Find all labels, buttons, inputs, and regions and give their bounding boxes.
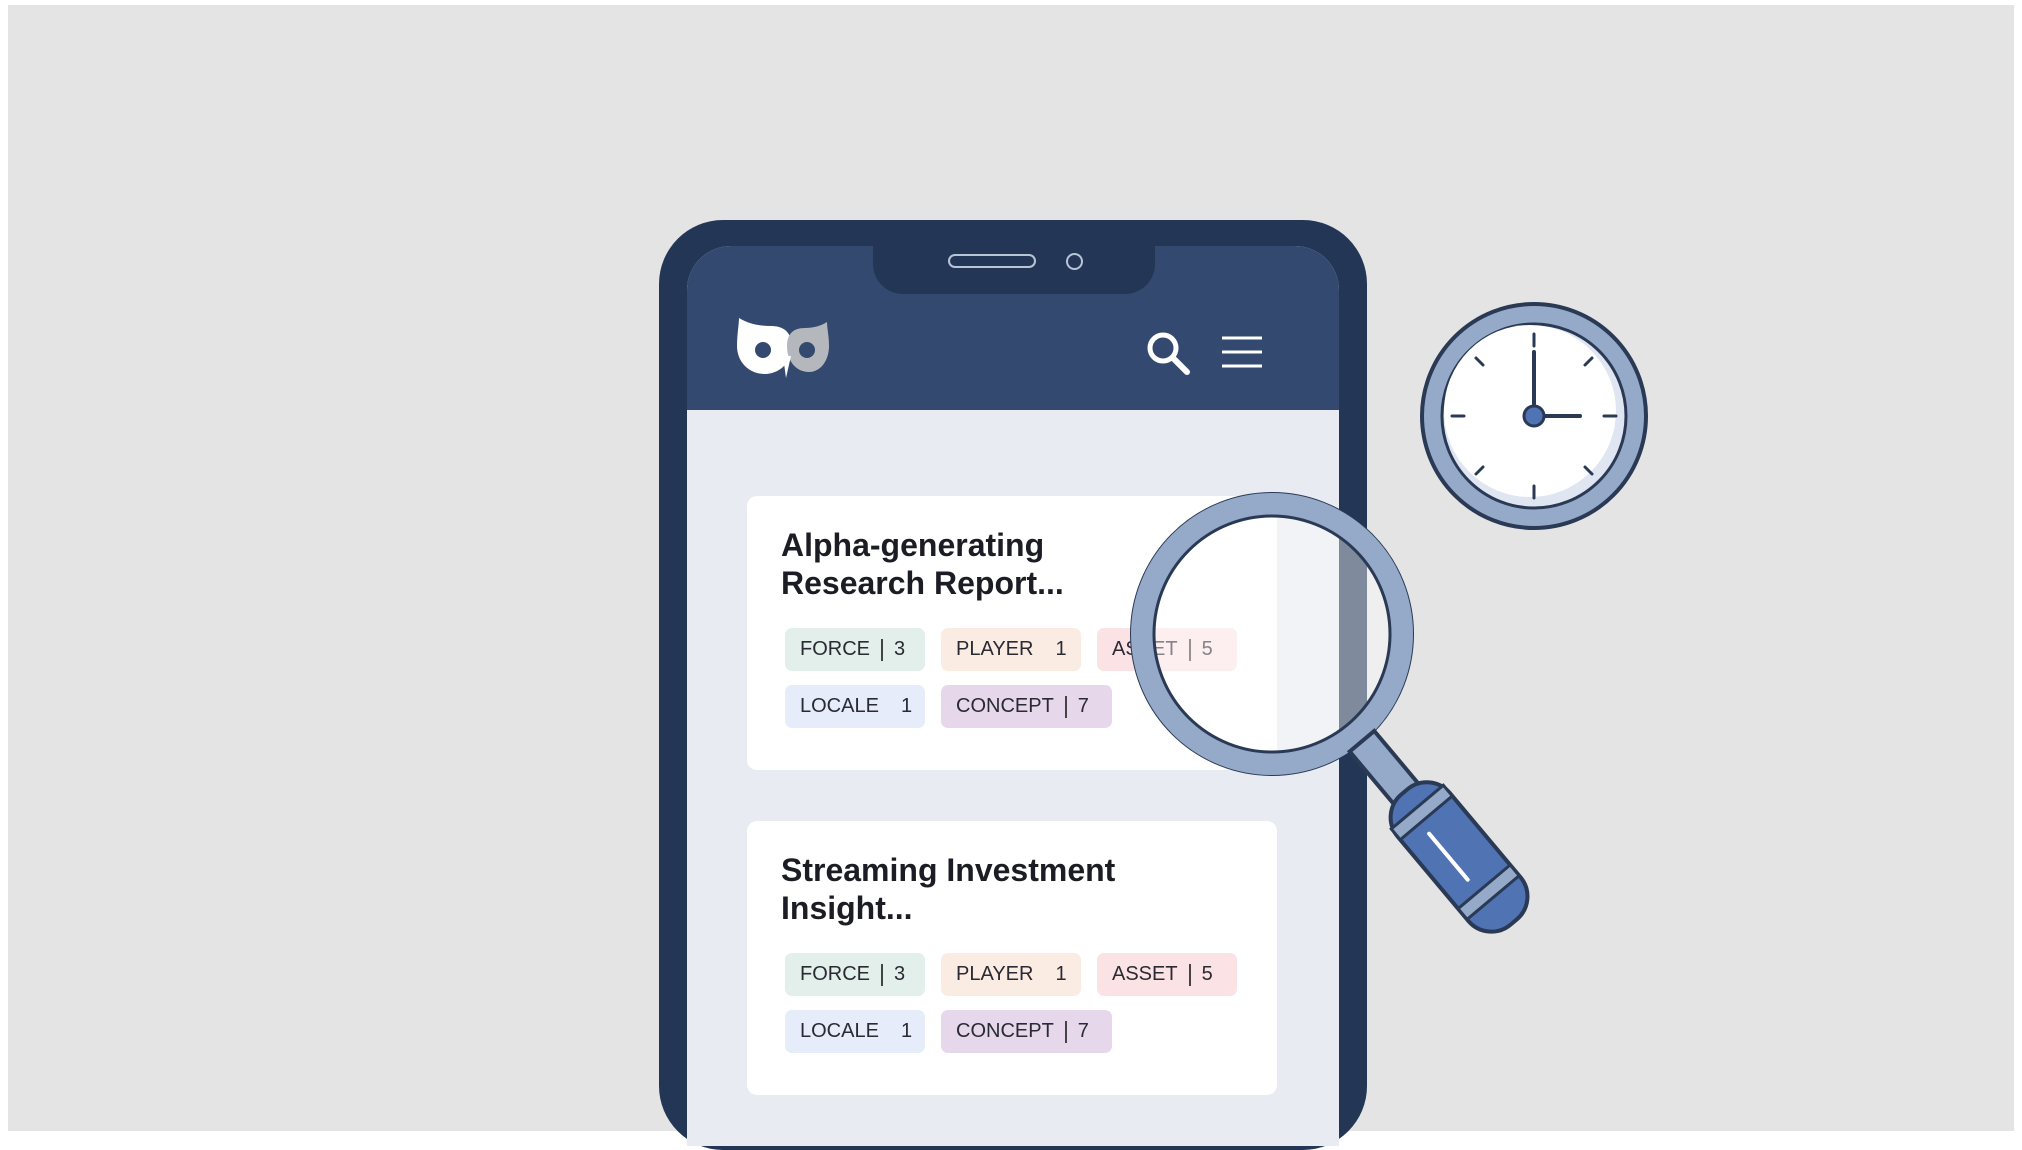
- tag-label: PLAYER: [956, 638, 1034, 660]
- tag-label: LOCALE: [800, 1020, 879, 1042]
- tag-concept[interactable]: CONCEPT 7: [941, 1010, 1112, 1053]
- card-title: Alpha-generating Research Report...: [781, 527, 1064, 601]
- tag-player[interactable]: PLAYER 1: [941, 628, 1081, 671]
- tag-count: 5: [1201, 963, 1213, 985]
- front-camera: [1066, 253, 1083, 270]
- hamburger-menu-icon[interactable]: [1220, 332, 1264, 372]
- speaker-grille: [948, 254, 1036, 268]
- tag-locale[interactable]: LOCALE 1: [785, 685, 925, 728]
- owl-logo-icon[interactable]: [735, 316, 831, 382]
- tag-divider: [1188, 963, 1191, 986]
- tag-label: FORCE: [800, 638, 870, 660]
- tag-label: ASSET: [1112, 963, 1178, 985]
- tag-force[interactable]: FORCE 3: [785, 953, 925, 996]
- tag-asset[interactable]: ASSET 5: [1097, 628, 1237, 671]
- tag-label: FORCE: [800, 963, 870, 985]
- app-header: [687, 246, 1339, 410]
- report-card[interactable]: Streaming Investment Insight... FORCE 3 P…: [747, 821, 1277, 1095]
- tag-divider: [881, 638, 883, 661]
- tag-label: LOCALE: [800, 695, 879, 717]
- tag-player[interactable]: PLAYER 1: [941, 953, 1081, 996]
- card-title: Streaming Investment Insight...: [781, 852, 1116, 926]
- tag-count: 1: [900, 1020, 913, 1042]
- tag-asset[interactable]: ASSET 5: [1097, 953, 1237, 996]
- clock-icon: [1420, 302, 1648, 530]
- tag-label: CONCEPT: [956, 1020, 1054, 1042]
- tag-concept[interactable]: CONCEPT 7: [941, 685, 1112, 728]
- tag-label: CONCEPT: [956, 695, 1054, 717]
- tag-divider: [1064, 1020, 1067, 1043]
- tag-count: 7: [1077, 695, 1089, 717]
- tag-divider: [1064, 695, 1067, 718]
- tag-force[interactable]: FORCE 3: [785, 628, 925, 671]
- tag-divider: [1188, 638, 1191, 661]
- tag-count: 5: [1201, 638, 1213, 660]
- tag-divider: [881, 963, 883, 986]
- phone-notch: [873, 246, 1155, 294]
- tag-count: 3: [894, 963, 906, 985]
- phone-screen: Alpha-generating Research Report... FORC…: [687, 246, 1339, 1146]
- tag-label: PLAYER: [956, 963, 1034, 985]
- report-card[interactable]: Alpha-generating Research Report... FORC…: [747, 496, 1277, 770]
- tag-count: 1: [1055, 963, 1067, 985]
- tag-locale[interactable]: LOCALE 1: [785, 1010, 925, 1053]
- tag-count: 1: [1055, 638, 1067, 660]
- tag-label: ASSET: [1112, 638, 1178, 660]
- tag-count: 7: [1077, 1020, 1089, 1042]
- search-icon[interactable]: [1145, 330, 1191, 376]
- tag-count: 3: [894, 638, 906, 660]
- tag-count: 1: [900, 695, 913, 717]
